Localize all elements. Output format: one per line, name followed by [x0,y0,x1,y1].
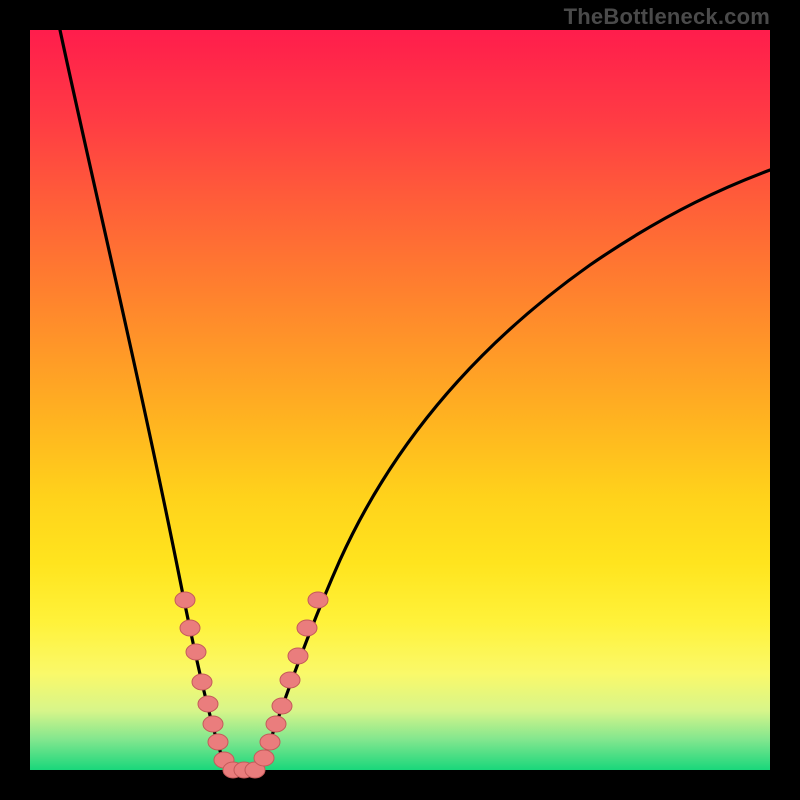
attribution-text: TheBottleneck.com [564,4,770,30]
marker-dot [192,674,212,690]
markers-group [175,592,328,778]
marker-dot [203,716,223,732]
marker-dot [186,644,206,660]
marker-dot [175,592,195,608]
marker-dot [260,734,280,750]
marker-dot [208,734,228,750]
marker-dot [297,620,317,636]
marker-dot [308,592,328,608]
marker-dot [288,648,308,664]
marker-dot [180,620,200,636]
chart-frame: TheBottleneck.com [0,0,800,800]
right-curve [260,170,770,768]
chart-svg [30,30,770,770]
marker-dot [280,672,300,688]
marker-dot [266,716,286,732]
marker-dot [254,750,274,766]
marker-dot [198,696,218,712]
marker-dot [272,698,292,714]
chart-plot-area [30,30,770,770]
